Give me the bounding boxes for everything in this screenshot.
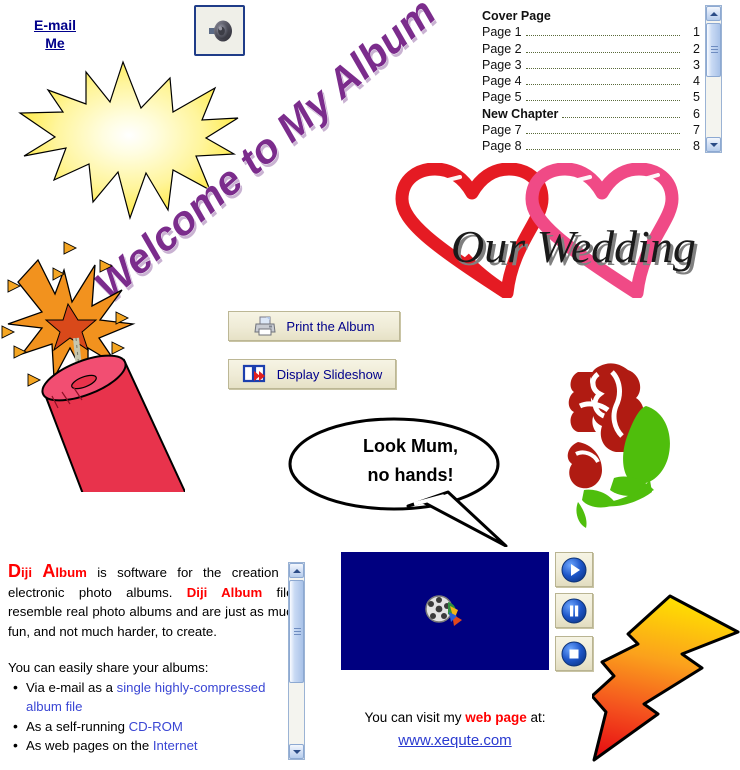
webpage-caption: You can visit my web page at: xyxy=(340,710,570,725)
dynamite-graphic xyxy=(0,232,188,530)
contents-row-page-number: 7 xyxy=(693,123,700,138)
chevron-up-icon xyxy=(709,11,718,16)
contents-row[interactable]: Page 2 2 xyxy=(482,42,700,58)
contents-scroll-down-button[interactable] xyxy=(706,137,721,152)
contents-scroll-thumb[interactable] xyxy=(706,23,721,77)
print-album-button[interactable]: Print the Album xyxy=(228,311,400,341)
webpage-caption-prefix: You can visit my xyxy=(364,710,466,725)
contents-row-dots xyxy=(525,149,680,151)
speaker-icon xyxy=(208,20,232,41)
contents-row[interactable]: Page 4 4 xyxy=(482,74,700,90)
film-reel-icon xyxy=(425,595,462,626)
chevron-down-icon xyxy=(292,749,301,754)
webpage-caption-highlight: web page xyxy=(465,710,527,725)
contents-row[interactable]: Page 1 1 xyxy=(482,25,700,41)
contents-row[interactable]: Page 3 3 xyxy=(482,58,700,74)
lightning-bolt-graphic xyxy=(590,592,740,765)
list-item: As a self-running CD-ROM xyxy=(13,717,300,737)
wedding-graphic: Our Wedding Our Wedding xyxy=(392,162,737,300)
contents-row-page-number: 1 xyxy=(693,25,700,40)
contents-scrollbar[interactable] xyxy=(705,5,722,153)
brand-name-inline: Diji Album xyxy=(8,562,87,581)
contents-row-page-number: 3 xyxy=(693,57,700,72)
speech-line-1: Look Mum, xyxy=(363,436,458,456)
contents-scroll-up-button[interactable] xyxy=(706,6,721,21)
website-link[interactable]: www.xequte.com xyxy=(340,732,570,749)
contents-row-label: Page 3 xyxy=(482,57,522,72)
scroll-grip-icon xyxy=(711,46,718,54)
sound-button[interactable] xyxy=(194,5,245,56)
contents-row[interactable]: Page 5 5 xyxy=(482,90,700,106)
pause-icon xyxy=(561,598,587,623)
contents-row[interactable]: Page 7 7 xyxy=(482,123,700,139)
printer-icon xyxy=(254,316,276,336)
contents-row[interactable]: New Chapter 6 xyxy=(482,107,700,123)
video-player-panel[interactable] xyxy=(341,552,549,670)
link-internet[interactable]: Internet xyxy=(153,738,198,753)
contents-row-dots xyxy=(562,116,680,118)
pause-button[interactable] xyxy=(555,593,593,628)
contents-row-label: Page 7 xyxy=(482,123,522,138)
brand-name-inline-2: Diji Album xyxy=(186,584,263,600)
contents-row-dots xyxy=(525,51,680,53)
display-slideshow-label: Display Slideshow xyxy=(276,366,383,382)
rose-graphic xyxy=(554,358,694,538)
contents-row-dots xyxy=(525,35,680,37)
contents-row-label: Cover Page xyxy=(482,9,551,23)
info-scrollbar[interactable] xyxy=(288,562,305,760)
info-scroll-up-button[interactable] xyxy=(289,563,304,578)
info-bullet-list: Via e-mail as a single highly-compressed… xyxy=(8,678,300,761)
contents-row-label: Page 4 xyxy=(482,74,522,89)
link-cdrom[interactable]: CD-ROM xyxy=(129,719,183,734)
play-icon xyxy=(561,557,587,582)
info-scroll-thumb[interactable] xyxy=(289,580,304,683)
contents-row-dots xyxy=(525,84,680,86)
contents-row-label: New Chapter xyxy=(482,106,559,121)
contents-row-label: Page 5 xyxy=(482,90,522,105)
display-slideshow-button[interactable]: Display Slideshow xyxy=(228,359,396,389)
contents-row-page-number: 6 xyxy=(693,106,700,121)
contents-row-label: Page 1 xyxy=(482,25,522,40)
info-text-panel[interactable]: Diji Album is software for the creation … xyxy=(8,562,300,760)
list-item: Via e-mail as a single highly-compressed… xyxy=(13,678,300,717)
contents-row-dots xyxy=(525,67,680,69)
sunburst-graphic xyxy=(10,50,240,225)
contents-row-dots xyxy=(525,133,680,135)
print-album-label: Print the Album xyxy=(286,318,375,334)
contents-list[interactable]: Cover Page Page 1 1 Page 2 2 Page 3 3 Page 4 4 Pa… xyxy=(478,5,700,153)
info-paragraph-1: Diji Album is software for the creation … xyxy=(8,562,300,641)
stop-icon xyxy=(561,641,587,666)
chevron-up-icon xyxy=(292,568,301,573)
contents-row[interactable]: Page 8 8 xyxy=(482,139,700,153)
wedding-title-text: Our Wedding xyxy=(451,221,696,272)
contents-row-page-number: 2 xyxy=(693,41,700,56)
contents-row-label: Page 2 xyxy=(482,41,522,56)
contents-row-page-number: 5 xyxy=(693,90,700,105)
speech-line-2: no hands! xyxy=(367,465,454,485)
book-play-icon xyxy=(242,364,265,383)
email-me-link[interactable]: E-mail Me xyxy=(20,16,90,52)
list-item: As web pages on the Internet xyxy=(13,736,300,756)
chevron-down-icon xyxy=(709,142,718,147)
scroll-grip-icon xyxy=(294,627,301,636)
list-item: On a TV using a DVD player (by integrati… xyxy=(13,756,300,761)
info-share-heading: You can easily share your albums: xyxy=(8,660,209,675)
email-link-line1: E-mail xyxy=(33,17,76,33)
contents-row-page-number: 8 xyxy=(693,139,700,153)
webpage-caption-suffix: at: xyxy=(526,710,546,725)
contents-row-label: Page 8 xyxy=(482,139,522,153)
info-scroll-down-button[interactable] xyxy=(289,744,304,759)
stop-button[interactable] xyxy=(555,636,593,671)
contents-row[interactable]: Cover Page xyxy=(482,9,700,25)
contents-list-panel[interactable]: Cover Page Page 1 1 Page 2 2 Page 3 3 Page 4 4 Pa… xyxy=(478,5,722,153)
contents-row-page-number: 4 xyxy=(693,74,700,89)
link-dvd-player[interactable]: DVD player xyxy=(125,758,192,761)
play-button[interactable] xyxy=(555,552,593,587)
speech-bubble-text: Look Mum, no hands! xyxy=(328,432,493,490)
contents-row-dots xyxy=(525,100,680,102)
